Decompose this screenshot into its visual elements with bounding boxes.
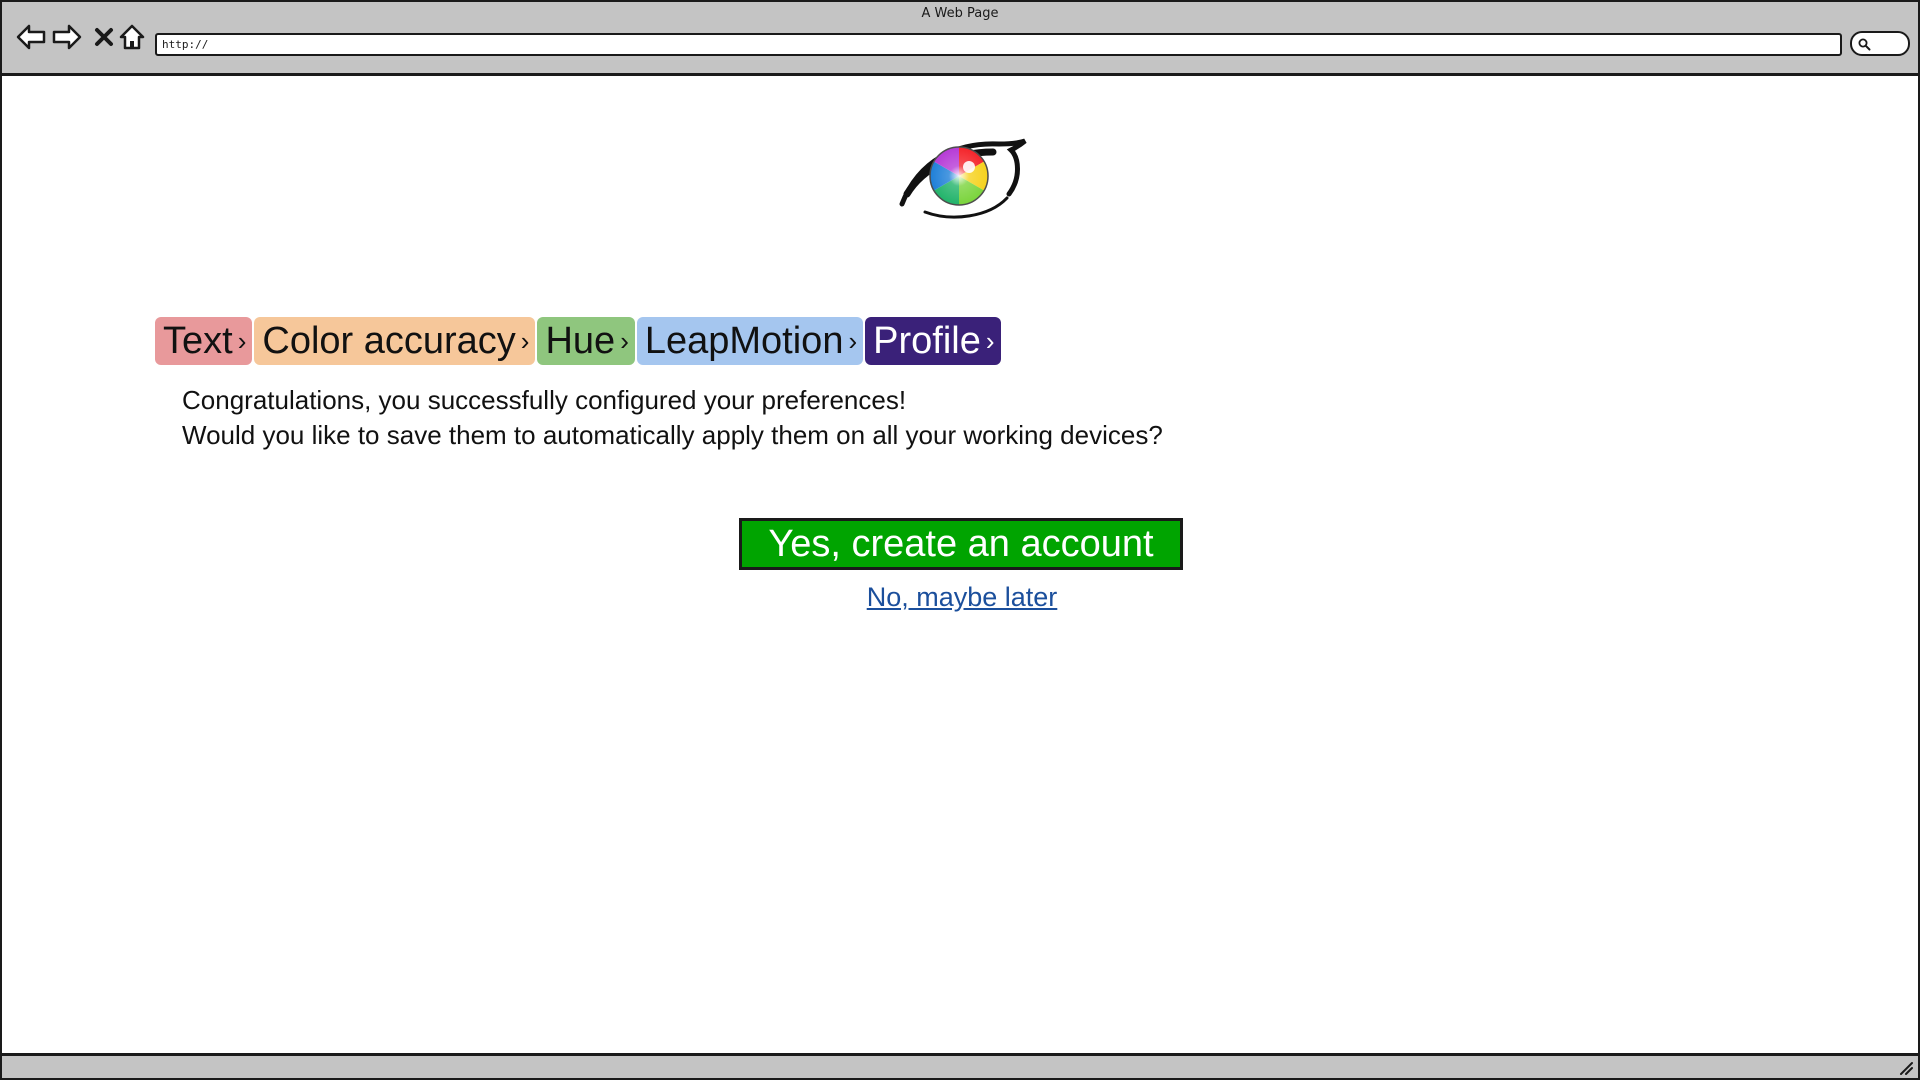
message-line-save-question: Would you like to save them to automatic… bbox=[182, 420, 1163, 450]
window-title: A Web Page bbox=[921, 6, 999, 21]
resize-grip-icon[interactable] bbox=[1898, 1060, 1914, 1076]
browser-toolbar: A Web Page bbox=[2, 2, 1918, 76]
chevron-right-icon: › bbox=[620, 325, 629, 356]
breadcrumb-step-profile[interactable]: Profile › bbox=[865, 317, 1001, 365]
chevron-right-icon: › bbox=[520, 325, 530, 356]
breadcrumb-step-label: Profile bbox=[873, 319, 981, 362]
status-bar bbox=[2, 1053, 1918, 1078]
chevron-right-icon: › bbox=[848, 325, 858, 356]
stop-button[interactable] bbox=[89, 22, 119, 52]
breadcrumb-step-label: LeapMotion bbox=[644, 319, 844, 362]
maybe-later-link[interactable]: No, maybe later bbox=[867, 582, 1058, 612]
breadcrumb-step-leapmotion[interactable]: LeapMotion › bbox=[636, 317, 864, 365]
chevron-right-icon: › bbox=[985, 325, 995, 356]
arrow-left-icon bbox=[16, 24, 46, 50]
search-icon bbox=[1858, 38, 1871, 51]
breadcrumb-step-color-accuracy[interactable]: Color accuracy › bbox=[254, 317, 536, 365]
breadcrumb-step-text[interactable]: Text › bbox=[155, 317, 253, 365]
breadcrumb-step-hue[interactable]: Hue › bbox=[537, 317, 635, 365]
message-line-congratulations: Congratulations, you successfully config… bbox=[182, 385, 907, 415]
home-icon bbox=[119, 24, 145, 50]
browser-window: A Web Page http:// Text › Color accuracy… bbox=[0, 0, 1920, 1080]
back-button[interactable] bbox=[16, 22, 46, 52]
create-account-button[interactable]: Yes, create an account bbox=[739, 518, 1183, 570]
breadcrumb-step-label: Hue bbox=[545, 319, 616, 362]
forward-button[interactable] bbox=[52, 22, 82, 52]
home-button[interactable] bbox=[117, 22, 147, 52]
chevron-right-icon: › bbox=[237, 325, 247, 356]
browser-search-field[interactable] bbox=[1850, 31, 1910, 56]
close-icon bbox=[95, 28, 113, 46]
breadcrumb-step-label: Color accuracy bbox=[262, 319, 516, 362]
breadcrumb-step-label: Text bbox=[163, 319, 233, 362]
eye-logo-icon bbox=[899, 138, 1027, 219]
maybe-later-link-row: No, maybe later bbox=[2, 582, 1918, 613]
confirmation-message: Congratulations, you successfully config… bbox=[182, 383, 1163, 453]
breadcrumb: Text › Color accuracy › Hue › LeapMotion… bbox=[155, 317, 1001, 365]
address-bar[interactable] bbox=[155, 33, 1842, 56]
arrow-right-icon bbox=[52, 24, 82, 50]
